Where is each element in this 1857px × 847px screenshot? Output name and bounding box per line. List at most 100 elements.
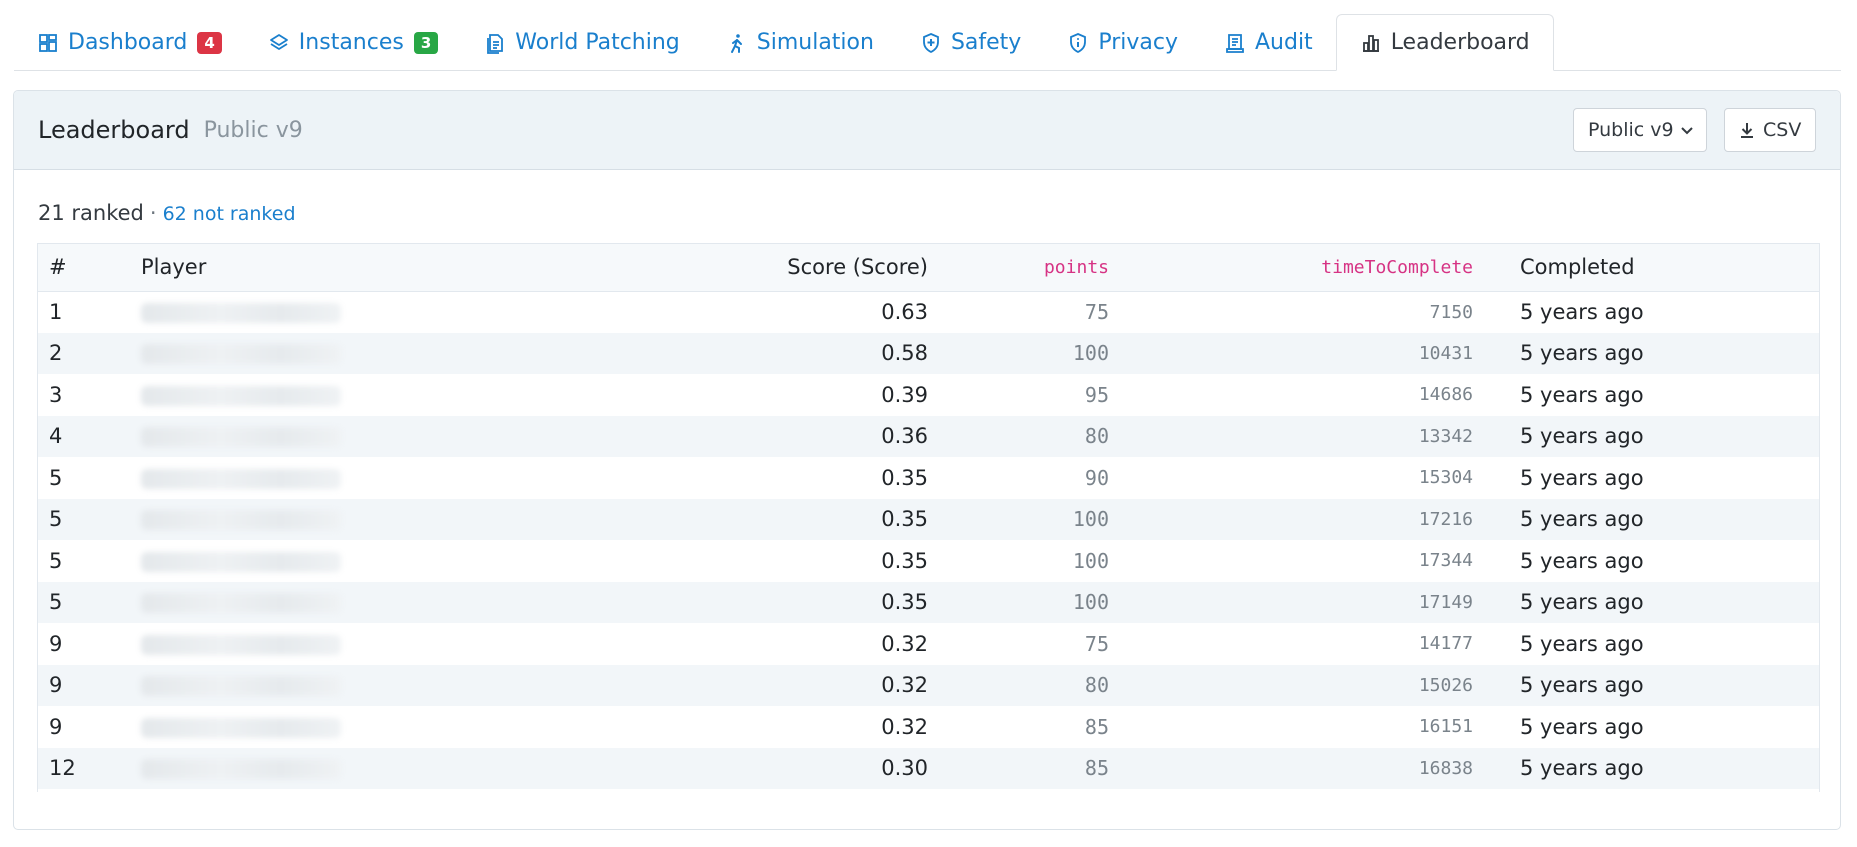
tab-safety[interactable]: Safety <box>897 14 1044 71</box>
table-row: 9 0.32 85 16151 5 years ago <box>38 706 1819 748</box>
time-to-complete-cell: 17344 <box>1418 550 1473 572</box>
table-row: 1 0.63 75 7150 5 years ago <box>38 291 1819 333</box>
points-cell: 100 <box>1072 341 1109 366</box>
player-name-redacted <box>141 468 341 489</box>
player-cell <box>140 623 702 665</box>
table-row: 5 0.35 100 17149 5 years ago <box>38 581 1819 623</box>
column-header-points[interactable]: points <box>928 244 1142 292</box>
player-name-redacted <box>141 427 341 448</box>
rank-cell: 2 <box>49 341 63 366</box>
table-row: 3 0.39 95 14686 5 years ago <box>38 374 1819 416</box>
player-name-redacted <box>141 634 341 655</box>
walking-person-icon <box>726 32 748 54</box>
download-icon <box>1739 121 1755 139</box>
shield-info-icon <box>1067 32 1089 54</box>
tab-audit-label: Audit <box>1254 30 1313 55</box>
table-row: 5 0.35 100 17344 5 years ago <box>38 540 1819 582</box>
tab-simulation[interactable]: Simulation <box>703 14 897 71</box>
player-cell <box>140 333 702 375</box>
column-header-player: Player <box>140 244 702 292</box>
player-cell <box>140 291 702 333</box>
completed-cell: 5 years ago <box>1520 300 1644 324</box>
dashboard-icon <box>37 32 59 54</box>
player-name-redacted <box>141 344 341 365</box>
points-cell: 100 <box>1072 548 1109 573</box>
rank-cell: 9 <box>49 631 63 656</box>
completed-cell: 5 years ago <box>1520 673 1644 698</box>
column-header-time-to-complete[interactable]: timeToComplete <box>1142 244 1505 292</box>
rank-cell: 4 <box>49 424 63 449</box>
ranking-summary: 21 ranked · 62 not ranked <box>38 201 296 225</box>
completed-cell: 5 years ago <box>1520 341 1644 366</box>
tab-world-patching[interactable]: World Patching <box>461 14 702 71</box>
score-cell: 0.58 <box>881 341 928 366</box>
tab-instances[interactable]: Instances 3 <box>245 14 461 71</box>
time-to-complete-cell: 15026 <box>1418 674 1473 696</box>
score-cell: 0.35 <box>881 590 928 615</box>
table-header-row: # Player Score (Score) points timeToComp… <box>38 244 1819 292</box>
instances-count-badge: 3 <box>413 31 439 54</box>
tab-audit[interactable]: Audit <box>1201 14 1336 71</box>
csv-button-label: CSV <box>1763 119 1802 141</box>
player-name-redacted <box>141 385 341 406</box>
score-cell: 0.32 <box>881 714 928 739</box>
points-cell: 90 <box>1084 465 1109 490</box>
layers-icon <box>268 32 290 54</box>
rank-cell: 5 <box>49 548 63 573</box>
score-cell: 0.32 <box>881 631 928 656</box>
table-row: 9 0.32 80 15026 5 years ago <box>38 664 1819 706</box>
tab-safety-label: Safety <box>950 30 1022 55</box>
leaderboard-table: # Player Score (Score) points timeToComp… <box>38 244 1819 789</box>
completed-cell: 5 years ago <box>1520 424 1644 449</box>
player-name-redacted <box>141 303 341 323</box>
page-title: Leaderboard <box>38 116 190 144</box>
table-row: 2 0.58 100 10431 5 years ago <box>38 332 1819 375</box>
completed-cell: 5 years ago <box>1520 548 1644 573</box>
column-header-completed: Completed <box>1505 244 1819 292</box>
receipt-icon <box>1224 32 1246 54</box>
player-cell <box>140 416 702 458</box>
tab-dashboard-label: Dashboard <box>68 30 188 55</box>
rank-cell: 9 <box>49 673 63 698</box>
tab-world-patching-label: World Patching <box>515 30 680 55</box>
table-row: 4 0.36 80 13342 5 years ago <box>38 415 1819 458</box>
nav-tabs: Dashboard 4 Instances 3 World Patching S… <box>14 0 1841 71</box>
completed-cell: 5 years ago <box>1520 465 1644 490</box>
points-cell: 80 <box>1084 424 1109 449</box>
time-to-complete-cell: 15304 <box>1418 467 1473 489</box>
tab-instances-label: Instances <box>298 30 404 55</box>
time-to-complete-cell: 14177 <box>1418 633 1473 655</box>
summary-separator: · <box>149 201 157 225</box>
completed-cell: 5 years ago <box>1520 756 1644 781</box>
player-cell <box>140 374 702 416</box>
rank-cell: 1 <box>49 300 63 324</box>
rank-cell: 3 <box>49 382 63 407</box>
score-cell: 0.35 <box>881 507 928 532</box>
time-to-complete-cell: 17149 <box>1418 591 1473 613</box>
rank-cell: 5 <box>49 590 63 615</box>
tab-privacy[interactable]: Privacy <box>1044 14 1201 71</box>
card-header: Leaderboard Public v9 Public v9 CSV <box>14 91 1840 170</box>
points-cell: 75 <box>1084 300 1109 324</box>
tab-leaderboard[interactable]: Leaderboard <box>1335 14 1554 71</box>
completed-cell: 5 years ago <box>1520 382 1644 407</box>
version-select[interactable]: Public v9 <box>1573 108 1707 152</box>
table-row: 9 0.32 75 14177 5 years ago <box>38 623 1819 665</box>
rank-cell: 5 <box>49 507 63 532</box>
bar-chart-icon <box>1360 32 1382 54</box>
ranked-count: 21 ranked <box>38 201 144 225</box>
tab-simulation-label: Simulation <box>756 30 874 55</box>
completed-cell: 5 years ago <box>1520 714 1644 739</box>
player-cell <box>140 499 702 541</box>
player-cell <box>140 706 702 748</box>
column-header-score[interactable]: Score (Score) <box>702 244 928 292</box>
player-cell <box>140 540 702 582</box>
tab-dashboard[interactable]: Dashboard 4 <box>14 14 245 71</box>
points-cell: 75 <box>1084 631 1109 656</box>
points-cell: 80 <box>1084 673 1109 698</box>
score-cell: 0.32 <box>881 673 928 698</box>
csv-download-button[interactable]: CSV <box>1724 108 1816 152</box>
not-ranked-link[interactable]: 62 not ranked <box>163 203 296 225</box>
player-name-redacted <box>141 551 341 572</box>
rank-cell: 9 <box>49 714 63 739</box>
